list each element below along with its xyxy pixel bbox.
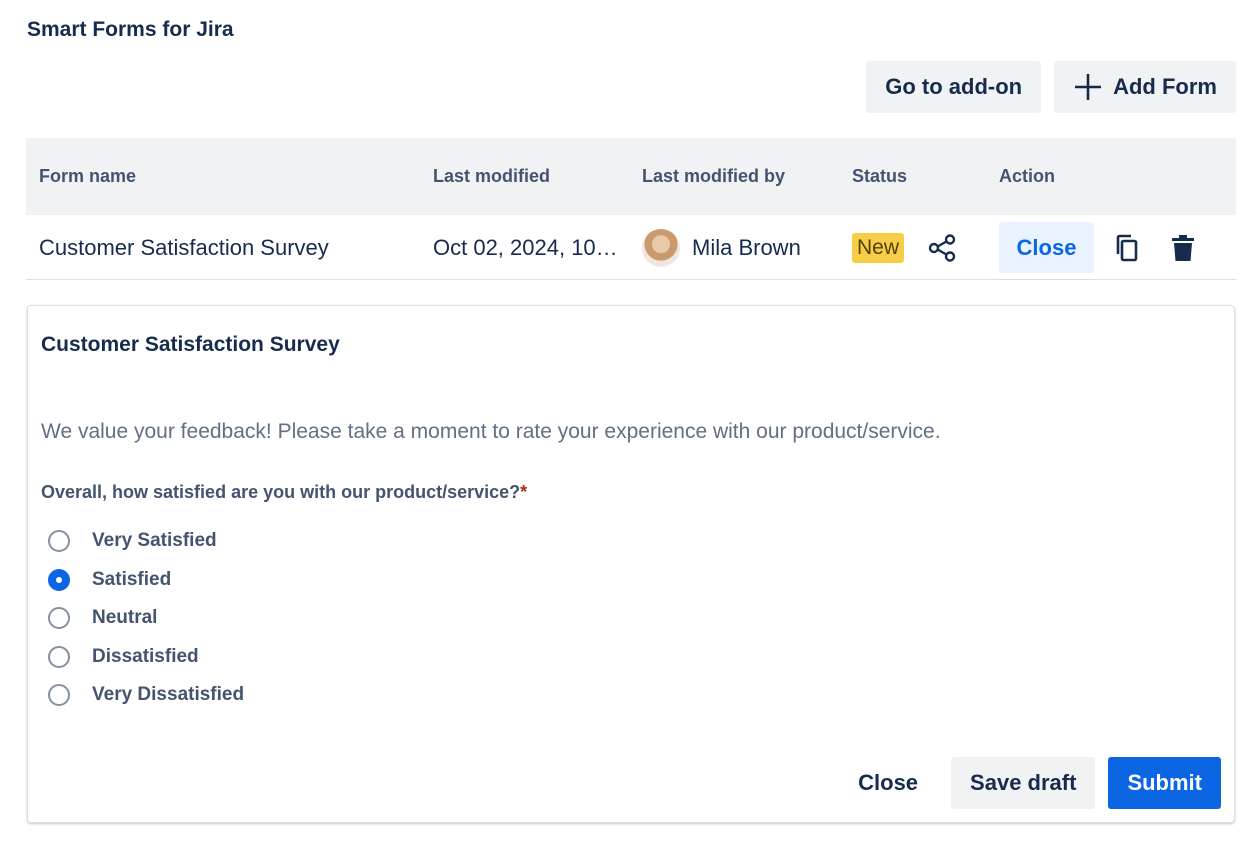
required-marker: *	[520, 482, 528, 502]
share-icon[interactable]	[926, 232, 958, 264]
row-last-modified-by: Mila Brown	[642, 215, 801, 280]
form-preview-card: Customer Satisfaction Survey We value yo…	[27, 305, 1235, 823]
radio-button[interactable]	[48, 645, 70, 668]
avatar	[642, 228, 680, 267]
radio-option-dissatisfied[interactable]: Dissatisfied	[48, 638, 244, 677]
plus-icon	[1075, 74, 1102, 100]
row-actions: Close	[999, 215, 1199, 280]
question-label: Overall, how satisfied are you with our …	[41, 482, 527, 503]
row-form-name[interactable]: Customer Satisfaction Survey	[39, 215, 329, 280]
row-last-modified: Oct 02, 2024, 10:...	[433, 215, 618, 280]
add-form-label: Add Form	[1113, 74, 1217, 99]
form-footer: Close Save draft Submit	[838, 757, 1221, 809]
option-label: Very Satisfied	[92, 530, 217, 552]
last-modified-text: Oct 02, 2024, 10:...	[433, 234, 618, 260]
add-form-button[interactable]: Add Form	[1054, 61, 1236, 113]
header-form-name[interactable]: Form name	[39, 138, 136, 215]
header-last-modified[interactable]: Last modified	[433, 138, 550, 215]
row-status: New	[852, 215, 958, 280]
submit-button[interactable]: Submit	[1108, 757, 1221, 809]
app-title: Smart Forms for Jira	[27, 18, 234, 41]
header-last-modified-by[interactable]: Last modified by	[642, 138, 785, 215]
radio-option-very-satisfied[interactable]: Very Satisfied	[48, 522, 244, 561]
radio-option-neutral[interactable]: Neutral	[48, 599, 244, 638]
radio-option-very-dissatisfied[interactable]: Very Dissatisfied	[48, 676, 244, 715]
trash-icon[interactable]	[1167, 232, 1199, 264]
copy-icon[interactable]	[1111, 232, 1143, 264]
radio-button-checked[interactable]	[48, 568, 70, 591]
user-name: Mila Brown	[692, 234, 801, 260]
go-to-addon-label: Go to add-on	[885, 74, 1023, 99]
question-text: Overall, how satisfied are you with our …	[41, 482, 521, 502]
header-action: Action	[999, 166, 1055, 186]
radio-button[interactable]	[48, 607, 70, 630]
radio-button[interactable]	[48, 530, 70, 553]
option-label: Satisfied	[92, 568, 172, 590]
form-title: Customer Satisfaction Survey	[41, 333, 340, 356]
table-row: Customer Satisfaction Survey Oct 02, 202…	[26, 215, 1236, 280]
header-status[interactable]: Status	[852, 138, 907, 215]
option-label: Very Dissatisfied	[92, 684, 245, 706]
table-header: Form name Last modified Last modified by…	[26, 138, 1236, 215]
close-button[interactable]: Close	[838, 757, 938, 809]
form-description: We value your feedback! Please take a mo…	[41, 420, 941, 443]
radio-option-satisfied[interactable]: Satisfied	[48, 561, 244, 600]
radio-button[interactable]	[48, 684, 70, 707]
save-draft-button[interactable]: Save draft	[951, 757, 1096, 809]
top-actions: Go to add-on Add Form	[866, 61, 1236, 113]
status-badge: New	[852, 232, 905, 263]
option-label: Dissatisfied	[92, 645, 199, 667]
go-to-addon-button[interactable]: Go to add-on	[866, 61, 1042, 113]
option-label: Neutral	[92, 607, 158, 629]
radio-group: Very Satisfied Satisfied Neutral Dissati…	[48, 522, 244, 715]
close-form-button[interactable]: Close	[999, 222, 1094, 273]
forms-table: Form name Last modified Last modified by…	[26, 138, 1236, 280]
